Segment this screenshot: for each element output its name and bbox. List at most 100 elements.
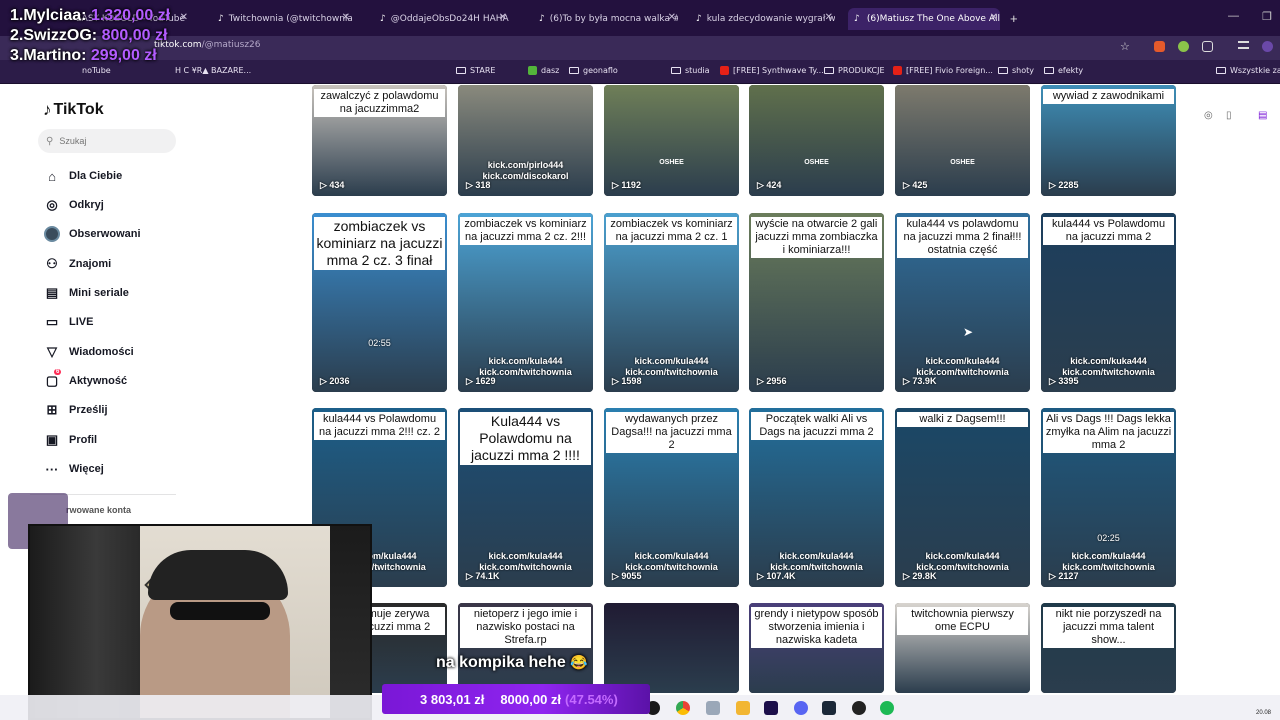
file-explorer-icon[interactable] bbox=[736, 701, 750, 715]
obs-icon[interactable] bbox=[852, 701, 866, 715]
tiktok-logo[interactable]: ♪ TikTok bbox=[43, 100, 104, 120]
close-icon[interactable]: ✕ bbox=[180, 12, 188, 23]
video-card[interactable]: zombiaczek vs kominiarz na jacuzzi mma 2… bbox=[312, 213, 447, 392]
discord-icon[interactable] bbox=[794, 701, 808, 715]
bookmark-bazare[interactable]: H C ¥R▲ BAZARE... bbox=[175, 66, 251, 75]
bookmark-notube[interactable]: noTube bbox=[82, 66, 111, 75]
video-card[interactable]: kick.com/pirlo444 kick.com/discokarol ▷ 31… bbox=[458, 85, 593, 196]
view-count: ▷ 1598 bbox=[612, 376, 642, 386]
video-card[interactable]: Początek walki Ali vs Dags na jacuzzi mm… bbox=[749, 408, 884, 587]
search-input[interactable] bbox=[59, 136, 160, 146]
video-card[interactable] bbox=[604, 603, 739, 693]
extensions-puzzle-icon[interactable] bbox=[1202, 41, 1213, 52]
video-card[interactable]: zombiaczek vs kominiarz na jacuzzi mma 2… bbox=[458, 213, 593, 392]
search-box[interactable]: ⚲ bbox=[38, 129, 176, 153]
video-card[interactable]: wydawanych przez Dagsa!!! na jacuzzi mma… bbox=[604, 408, 739, 587]
video-card[interactable]: walki z Dagsem!!! kick.com/kula444 kick.co… bbox=[895, 408, 1030, 587]
tab-twitchownia[interactable]: ♪ Twitchownia (@twitchownia_) ✕ bbox=[212, 8, 352, 30]
bookmark-studia[interactable]: studia bbox=[671, 66, 710, 75]
tab-label: (6)To by była mocna walka #jac bbox=[549, 14, 678, 24]
close-icon[interactable]: ✕ bbox=[342, 12, 350, 23]
nav-item-for-you[interactable]: ⌂ Dla Ciebie bbox=[42, 168, 122, 184]
bookmark-shoty[interactable]: shoty bbox=[998, 66, 1034, 75]
nav-label: Znajomi bbox=[69, 258, 112, 270]
premiere-icon[interactable] bbox=[764, 701, 778, 715]
video-card[interactable]: OSHEE ▷ 1192 bbox=[604, 85, 739, 196]
phone-icon[interactable]: ▯ bbox=[1226, 110, 1232, 121]
app-icon[interactable] bbox=[706, 701, 720, 715]
bookmark-star-icon[interactable]: ☆ bbox=[1120, 40, 1130, 53]
nav-item-more[interactable]: ··· Więcej bbox=[42, 461, 104, 477]
video-card[interactable]: grendy i nietypow sposób stworzenia imie… bbox=[749, 603, 884, 693]
playlist-icon[interactable] bbox=[1238, 41, 1249, 49]
bookmark-geonaflo[interactable]: geonaflo bbox=[569, 66, 618, 75]
restore-icon[interactable]: ❐ bbox=[1262, 10, 1272, 23]
tab-mocna-walka[interactable]: ♪ (6)To by była mocna walka #jac✕ bbox=[533, 8, 678, 30]
video-card[interactable]: wywiad z zawodnikami ▷ 2285 bbox=[1041, 85, 1176, 196]
laughing-emoji-icon: 😂 bbox=[570, 654, 588, 670]
kick-watermark: kick.com/kula444 kick.com/twitchownia bbox=[479, 551, 572, 572]
kick-icon bbox=[528, 66, 537, 75]
nav-item-following[interactable]: Obserwowani bbox=[42, 226, 141, 242]
nav-item-messages[interactable]: ▽ Wiadomości bbox=[42, 344, 134, 360]
video-card[interactable]: nietoperz i jego imie i nazwisko postaci… bbox=[458, 603, 593, 693]
nav-item-mini-series[interactable]: ▤ Mini seriale bbox=[42, 285, 129, 301]
nav-item-live[interactable]: ▭ LIVE bbox=[42, 314, 94, 330]
close-icon[interactable]: ✕ bbox=[499, 12, 507, 23]
close-icon[interactable]: ✕ bbox=[990, 12, 998, 23]
video-card[interactable]: zombiaczek vs kominiarz na jacuzzi mma 2… bbox=[604, 213, 739, 392]
bookmark-stare[interactable]: STARE bbox=[456, 66, 495, 75]
donation-goal-bar: 3 803,01 zł 8000,00 zł (47.54%) bbox=[382, 684, 650, 714]
nav-item-upload[interactable]: ⊞ Prześlij bbox=[42, 402, 108, 418]
video-card[interactable]: wyście na otwarcie 2 gali jacuzzi mma zo… bbox=[749, 213, 884, 392]
video-card[interactable]: Kula444 vs Polawdomu na jacuzzi mma 2 !!… bbox=[458, 408, 593, 587]
folder-icon bbox=[1044, 67, 1054, 74]
video-caption: Kula444 vs Polawdomu na jacuzzi mma 2 !!… bbox=[460, 412, 591, 465]
profile-avatar-icon[interactable] bbox=[1262, 41, 1273, 52]
donor-name: 3.Martino: bbox=[10, 47, 87, 64]
tiktok-icon: ♪ bbox=[218, 13, 224, 24]
new-tab-button[interactable]: + bbox=[1010, 11, 1018, 26]
close-icon[interactable]: ✕ bbox=[825, 12, 833, 23]
video-card[interactable]: zawalczyć z polawdomu na jacuzzimma2 ▷ 43… bbox=[312, 85, 447, 196]
video-card[interactable]: OSHEE ▷ 425 bbox=[895, 85, 1030, 196]
bookmark-produkcje[interactable]: PRODUKCJE bbox=[824, 66, 885, 75]
view-count: ▷ 74.1K bbox=[466, 571, 500, 581]
bookmark-all[interactable]: Wszystkie zakładki bbox=[1216, 66, 1280, 75]
sponsor-logo: OSHEE bbox=[950, 159, 975, 166]
video-card[interactable]: twitchownia pierwszy ome ECPU bbox=[895, 603, 1030, 693]
close-icon[interactable]: ✕ bbox=[668, 12, 676, 23]
video-card[interactable]: kula444 vs polawdomu na jacuzzi mma 2 fi… bbox=[895, 213, 1030, 392]
minimize-icon[interactable]: — bbox=[1228, 10, 1239, 22]
bookmark-synthwave[interactable]: [FREE] Synthwave Ty... bbox=[720, 66, 824, 75]
tiktok-note-icon: ♪ bbox=[43, 100, 52, 119]
extension-icon[interactable] bbox=[1178, 41, 1189, 52]
video-card[interactable]: Ali vs Dags !!! Dags lekka zmyłka na Ali… bbox=[1041, 408, 1176, 587]
chrome-icon[interactable] bbox=[676, 701, 690, 715]
bookmark-efekty[interactable]: efekty bbox=[1044, 66, 1083, 75]
folder-icon bbox=[456, 67, 466, 74]
bookmark-dasz[interactable]: dasz bbox=[528, 66, 559, 75]
tab-label: Twitchownia (@twitchownia_) bbox=[228, 14, 352, 24]
tab-matiusz-active[interactable]: ♪ (6)Matiusz The One Above All ✕ bbox=[848, 8, 1000, 30]
extension-icon[interactable] bbox=[1154, 41, 1165, 52]
tab-oddaje[interactable]: ♪ @OddajeObsDo24H HAHAHA ✕ bbox=[374, 8, 509, 30]
video-card[interactable]: OSHEE ▷ 424 bbox=[749, 85, 884, 196]
coin-icon[interactable]: ◎ bbox=[1204, 110, 1213, 121]
spotify-icon[interactable] bbox=[880, 701, 894, 715]
bookmark-fivio[interactable]: [FREE] Fivio Foreign... bbox=[893, 66, 993, 75]
steam-client-icon[interactable] bbox=[822, 701, 836, 715]
nav-item-profile[interactable]: ▣ Profil bbox=[42, 432, 97, 448]
kick-watermark: kick.com/kula444 kick.com/twitchownia bbox=[916, 551, 1009, 572]
inbox-icon[interactable]: ▤ bbox=[1258, 110, 1267, 121]
nav-item-activity[interactable]: ▢ 6 Aktywność bbox=[42, 369, 127, 389]
video-card[interactable]: kula444 vs Polawdomu na jacuzzi mma 2 kic… bbox=[1041, 213, 1176, 392]
tab-kula[interactable]: ♪ kula zdecydowanie wygrał walk ✕ bbox=[690, 8, 835, 30]
sponsor-logo: OSHEE bbox=[659, 159, 684, 166]
video-card[interactable]: nikt nie porzyszedł na jacuzzi mma talen… bbox=[1041, 603, 1176, 693]
nav-item-friends[interactable]: ⚇ Znajomi bbox=[42, 256, 111, 272]
view-count: ▷ 107.4K bbox=[757, 571, 796, 581]
upload-icon: ⊞ bbox=[46, 402, 58, 417]
bookmark-label: studia bbox=[685, 66, 710, 75]
nav-item-explore[interactable]: ◎ Odkryj bbox=[42, 197, 104, 213]
